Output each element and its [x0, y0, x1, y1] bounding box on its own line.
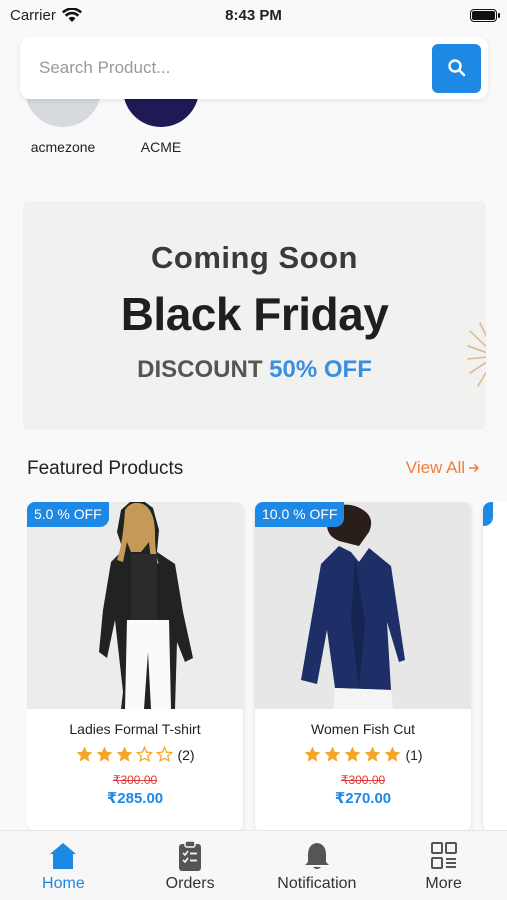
nav-more[interactable]: More	[380, 831, 507, 900]
flower-decoration-icon	[467, 322, 486, 387]
star-filled-icon	[325, 746, 341, 762]
brand-label: ACME	[140, 139, 182, 155]
carrier-label: Carrier	[10, 6, 56, 24]
product-name: Ladies Formal T-shirt	[69, 721, 201, 737]
rating-count: (1)	[405, 746, 423, 763]
star-filled-icon	[97, 746, 113, 762]
nav-notification[interactable]: Notification	[254, 831, 381, 900]
banner-subtitle: Coming Soon	[151, 240, 358, 275]
nav-label-notification: Notification	[277, 875, 357, 892]
banner-discount-prefix: DISCOUNT	[137, 356, 263, 383]
search-input[interactable]	[39, 58, 432, 78]
home-icon	[50, 843, 77, 869]
star-empty-icon	[156, 745, 174, 763]
product-carousel: 5.0 % OFF Ladies Formal T-shirt (2) ₹300…	[27, 502, 507, 832]
original-price: ₹300.00	[112, 773, 158, 787]
search-bar	[20, 37, 488, 99]
promo-banner[interactable]: Coming Soon Black Friday DISCOUNT 50% OF…	[23, 201, 486, 430]
star-filled-icon	[305, 746, 321, 762]
discount-badge: 10.0 % OFF	[255, 502, 345, 527]
star-empty-icon	[136, 745, 154, 763]
bell-icon	[304, 843, 329, 869]
arrow-right-icon	[469, 463, 480, 473]
search-icon	[447, 59, 465, 77]
product-card-partial[interactable]	[483, 502, 507, 832]
app-screen: Carrier 8:43 PM acmezone ACME	[0, 0, 507, 900]
status-bar: Carrier 8:43 PM	[0, 0, 507, 30]
product-image	[27, 502, 243, 709]
star-filled-icon	[345, 746, 361, 762]
banner-discount-value: 50% OFF	[269, 356, 372, 383]
search-button[interactable]	[432, 43, 481, 93]
product-rating: (1)	[255, 745, 471, 764]
nav-label-orders: Orders	[165, 875, 215, 892]
product-rating: (2)	[27, 745, 243, 764]
status-left: Carrier	[10, 7, 82, 24]
featured-products-title: Featured Products	[27, 458, 184, 479]
nav-orders[interactable]: Orders	[127, 831, 254, 900]
banner-discount: DISCOUNT 50% OFF	[23, 356, 486, 384]
banner-title: Black Friday	[120, 288, 389, 340]
brand-logo	[25, 99, 101, 127]
brand-logo	[123, 99, 199, 127]
product-card[interactable]: 10.0 % OFF Women Fish Cut (1) ₹300.00 ₹2…	[255, 502, 471, 832]
sale-price: ₹270.00	[334, 790, 392, 807]
clipboard-icon	[179, 840, 202, 871]
product-name: Women Fish Cut	[311, 721, 415, 737]
discount-badge: 5.0 % OFF	[27, 502, 109, 527]
nav-label-more: More	[425, 875, 462, 892]
view-all-link[interactable]: View All	[406, 458, 480, 478]
product-image	[255, 502, 471, 709]
nav-label-home: Home	[42, 875, 85, 892]
view-all-label: View All	[405, 458, 465, 477]
bottom-nav: Home Orders Notification More	[0, 830, 507, 900]
star-filled-icon	[385, 746, 401, 762]
original-price: ₹300.00	[340, 773, 386, 787]
brand-label: acmezone	[30, 139, 96, 155]
discount-badge-partial	[483, 502, 493, 526]
star-filled-icon	[365, 746, 381, 762]
wifi-icon	[61, 7, 82, 22]
product-card[interactable]: 5.0 % OFF Ladies Formal T-shirt (2) ₹300…	[27, 502, 243, 832]
star-filled-icon	[77, 746, 93, 762]
star-filled-icon	[117, 746, 133, 762]
nav-home[interactable]: Home	[0, 831, 127, 900]
battery-icon	[470, 8, 500, 22]
brand-list: acmezone ACME	[0, 99, 507, 169]
rating-count: (2)	[177, 746, 195, 763]
grid-icon	[430, 842, 457, 869]
sale-price: ₹285.00	[106, 790, 164, 807]
